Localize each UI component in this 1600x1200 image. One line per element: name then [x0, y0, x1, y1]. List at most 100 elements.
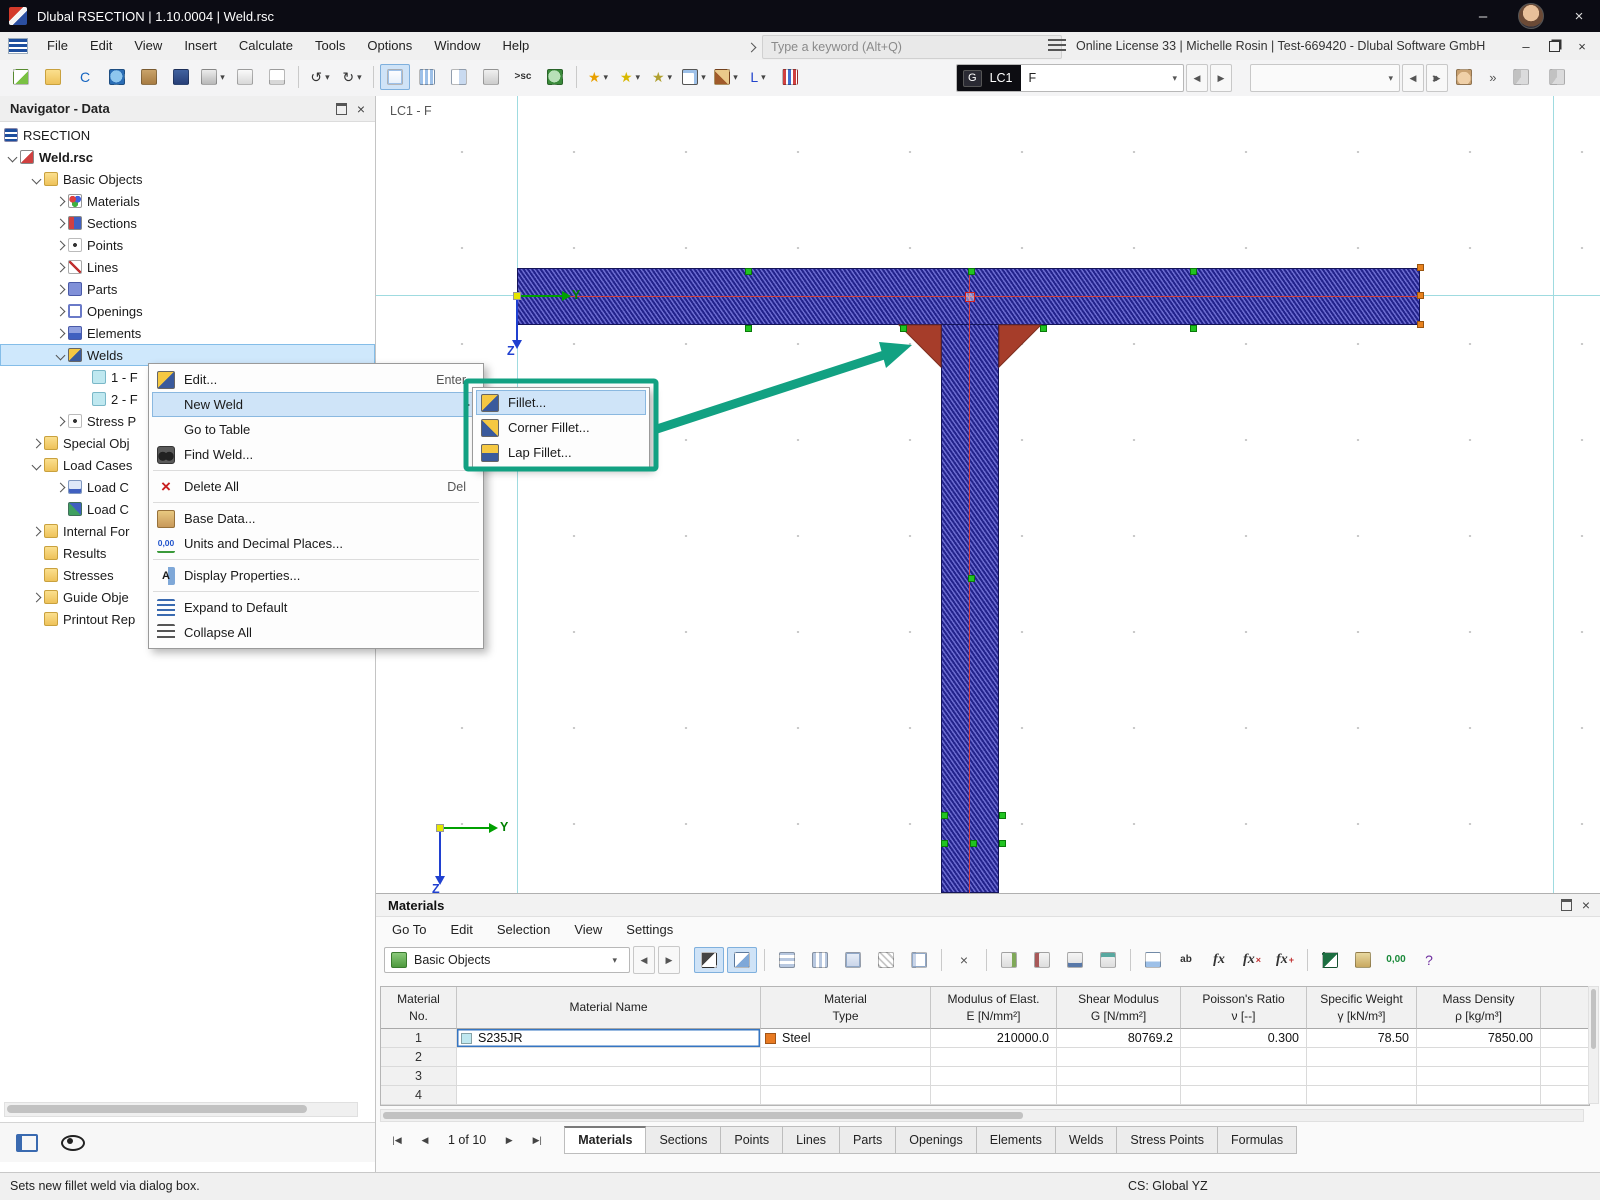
- tree-chevron-right-icon[interactable]: [28, 594, 44, 601]
- split-view-button[interactable]: [444, 64, 474, 90]
- table-tab-elements[interactable]: Elements: [977, 1126, 1056, 1154]
- minimize-button[interactable]: –: [1462, 0, 1504, 32]
- redo-button[interactable]: ↻▾: [337, 64, 367, 90]
- materials-menu-view[interactable]: View: [562, 917, 614, 942]
- menu-edit[interactable]: Edit: [79, 32, 123, 60]
- next-table-button[interactable]: ▶: [658, 946, 680, 974]
- table-cell-e[interactable]: [931, 1048, 1057, 1067]
- printout-report-button[interactable]: [262, 64, 292, 90]
- table-tab-points[interactable]: Points: [721, 1126, 783, 1154]
- menu-tools[interactable]: Tools: [304, 32, 356, 60]
- formula-edit-button[interactable]: fx+: [1270, 947, 1300, 973]
- table-cell-name[interactable]: [457, 1086, 761, 1105]
- table-cell-g[interactable]: [1057, 1067, 1181, 1086]
- result-combo[interactable]: ▾: [1250, 64, 1400, 92]
- tree-item-openings[interactable]: Openings: [0, 300, 375, 322]
- rotate-view-button[interactable]: [1506, 64, 1536, 90]
- context-menu-item-new-weld[interactable]: New Weld: [152, 392, 480, 417]
- table-tab-formulas[interactable]: Formulas: [1218, 1126, 1297, 1154]
- grip-handle[interactable]: [900, 325, 907, 332]
- table-cell-e[interactable]: [931, 1086, 1057, 1105]
- column-header-2[interactable]: MaterialType: [761, 987, 931, 1029]
- grip-handle[interactable]: [968, 268, 975, 275]
- archive-button[interactable]: [134, 64, 164, 90]
- grip-handle[interactable]: [999, 812, 1006, 819]
- table-cell-e[interactable]: 210000.0: [931, 1029, 1057, 1048]
- navigator-horizontal-scrollbar[interactable]: [4, 1102, 358, 1117]
- cut-row-button[interactable]: [1027, 947, 1057, 973]
- hatch-display-dropdown-icon[interactable]: ▾: [733, 72, 738, 83]
- table-tab-lines[interactable]: Lines: [783, 1126, 840, 1154]
- float-panel-icon[interactable]: [1561, 899, 1572, 911]
- grip-handle[interactable]: [941, 812, 948, 819]
- scope-dropdown[interactable]: Basic Objects ▾: [384, 947, 630, 973]
- column-header-1[interactable]: Material Name: [457, 987, 761, 1029]
- tree-chevron-right-icon[interactable]: [28, 528, 44, 535]
- new-favorite-button[interactable]: ★▾: [615, 64, 645, 90]
- table-import-button[interactable]: [1348, 947, 1378, 973]
- table-cell-gamma[interactable]: [1307, 1048, 1417, 1067]
- context-menu-item-expand-to-default[interactable]: Expand to Default: [152, 595, 480, 620]
- table-cell-gamma[interactable]: [1307, 1086, 1417, 1105]
- grip-handle[interactable]: [970, 840, 977, 847]
- grip-handle[interactable]: [999, 840, 1006, 847]
- copy-row-button[interactable]: [994, 947, 1024, 973]
- overflow-chevron-icon[interactable]: »: [1428, 70, 1443, 85]
- table-tab-materials[interactable]: Materials: [564, 1126, 646, 1154]
- close-panel-icon[interactable]: ×: [1582, 898, 1590, 912]
- table-cell-gamma[interactable]: [1307, 1067, 1417, 1086]
- mdi-restore-button[interactable]: [1542, 35, 1566, 57]
- table-cell-name[interactable]: [457, 1067, 761, 1086]
- next-page-button[interactable]: ▶: [496, 1129, 522, 1151]
- menu-view[interactable]: View: [123, 32, 173, 60]
- column-settings-button[interactable]: [904, 947, 934, 973]
- menu-help[interactable]: Help: [491, 32, 540, 60]
- tree-chevron-right-icon[interactable]: [52, 198, 68, 205]
- table-tab-parts[interactable]: Parts: [840, 1126, 896, 1154]
- column-header-5[interactable]: Poisson's Ratioν [--]: [1181, 987, 1307, 1029]
- table-view-button[interactable]: [412, 64, 442, 90]
- open-model-button[interactable]: [38, 64, 68, 90]
- tree-chevron-right-icon[interactable]: [52, 330, 68, 337]
- chevron-down-icon[interactable]: ▾: [1382, 73, 1399, 84]
- column-header-0[interactable]: MaterialNo.: [381, 987, 457, 1029]
- table-cell-type[interactable]: [761, 1048, 931, 1067]
- context-menu-item-base-data[interactable]: Base Data...: [152, 506, 480, 531]
- table-cell-nu[interactable]: [1181, 1086, 1307, 1105]
- context-menu-item-display-properties[interactable]: ADisplay Properties...: [152, 563, 480, 588]
- tree-chevron-right-icon[interactable]: [52, 264, 68, 271]
- delete-table-button[interactable]: ×: [949, 947, 979, 973]
- menu-calculate[interactable]: Calculate: [228, 32, 304, 60]
- table-cell-g[interactable]: [1057, 1048, 1181, 1067]
- tree-chevron-right-icon[interactable]: [52, 484, 68, 491]
- stress-view-button[interactable]: >sc: [508, 64, 538, 90]
- context-menu-item-find-weld[interactable]: Find Weld...: [152, 442, 480, 467]
- hatch-display-button[interactable]: ▾: [711, 64, 741, 90]
- table-cell-no[interactable]: 2: [381, 1048, 457, 1067]
- dlubal-center-button[interactable]: [102, 64, 132, 90]
- export-view-button[interactable]: [476, 64, 506, 90]
- help-button[interactable]: ?: [1414, 947, 1444, 973]
- tree-item-weld-rsc[interactable]: Weld.rsc: [0, 146, 375, 168]
- diagram-display-button[interactable]: [775, 64, 805, 90]
- float-panel-icon[interactable]: [336, 103, 347, 115]
- close-button[interactable]: ×: [1558, 0, 1600, 32]
- table-cell-gamma[interactable]: 78.50: [1307, 1029, 1417, 1048]
- table-horizontal-scrollbar[interactable]: [380, 1109, 1584, 1122]
- menu-window[interactable]: Window: [423, 32, 491, 60]
- chevron-down-icon[interactable]: ▾: [606, 955, 623, 966]
- tree-chevron-right-icon[interactable]: [52, 286, 68, 293]
- tree-chevron-down-icon[interactable]: [28, 462, 44, 469]
- tree-chevron-right-icon[interactable]: [52, 308, 68, 315]
- grip-handle[interactable]: [941, 840, 948, 847]
- menu-file[interactable]: File: [36, 32, 79, 60]
- grip-handle[interactable]: [745, 268, 752, 275]
- table-tab-welds[interactable]: Welds: [1056, 1126, 1118, 1154]
- tree-item-sections[interactable]: Sections: [0, 212, 375, 234]
- table-cell-g[interactable]: 80769.2: [1057, 1029, 1181, 1048]
- scrollbar-thumb[interactable]: [7, 1105, 307, 1113]
- grip-handle[interactable]: [1417, 264, 1424, 271]
- last-table-button[interactable]: ▶|: [524, 1129, 550, 1151]
- column-header-7[interactable]: Mass Densityρ [kg/m³]: [1417, 987, 1541, 1029]
- insert-object-button[interactable]: [6, 64, 36, 90]
